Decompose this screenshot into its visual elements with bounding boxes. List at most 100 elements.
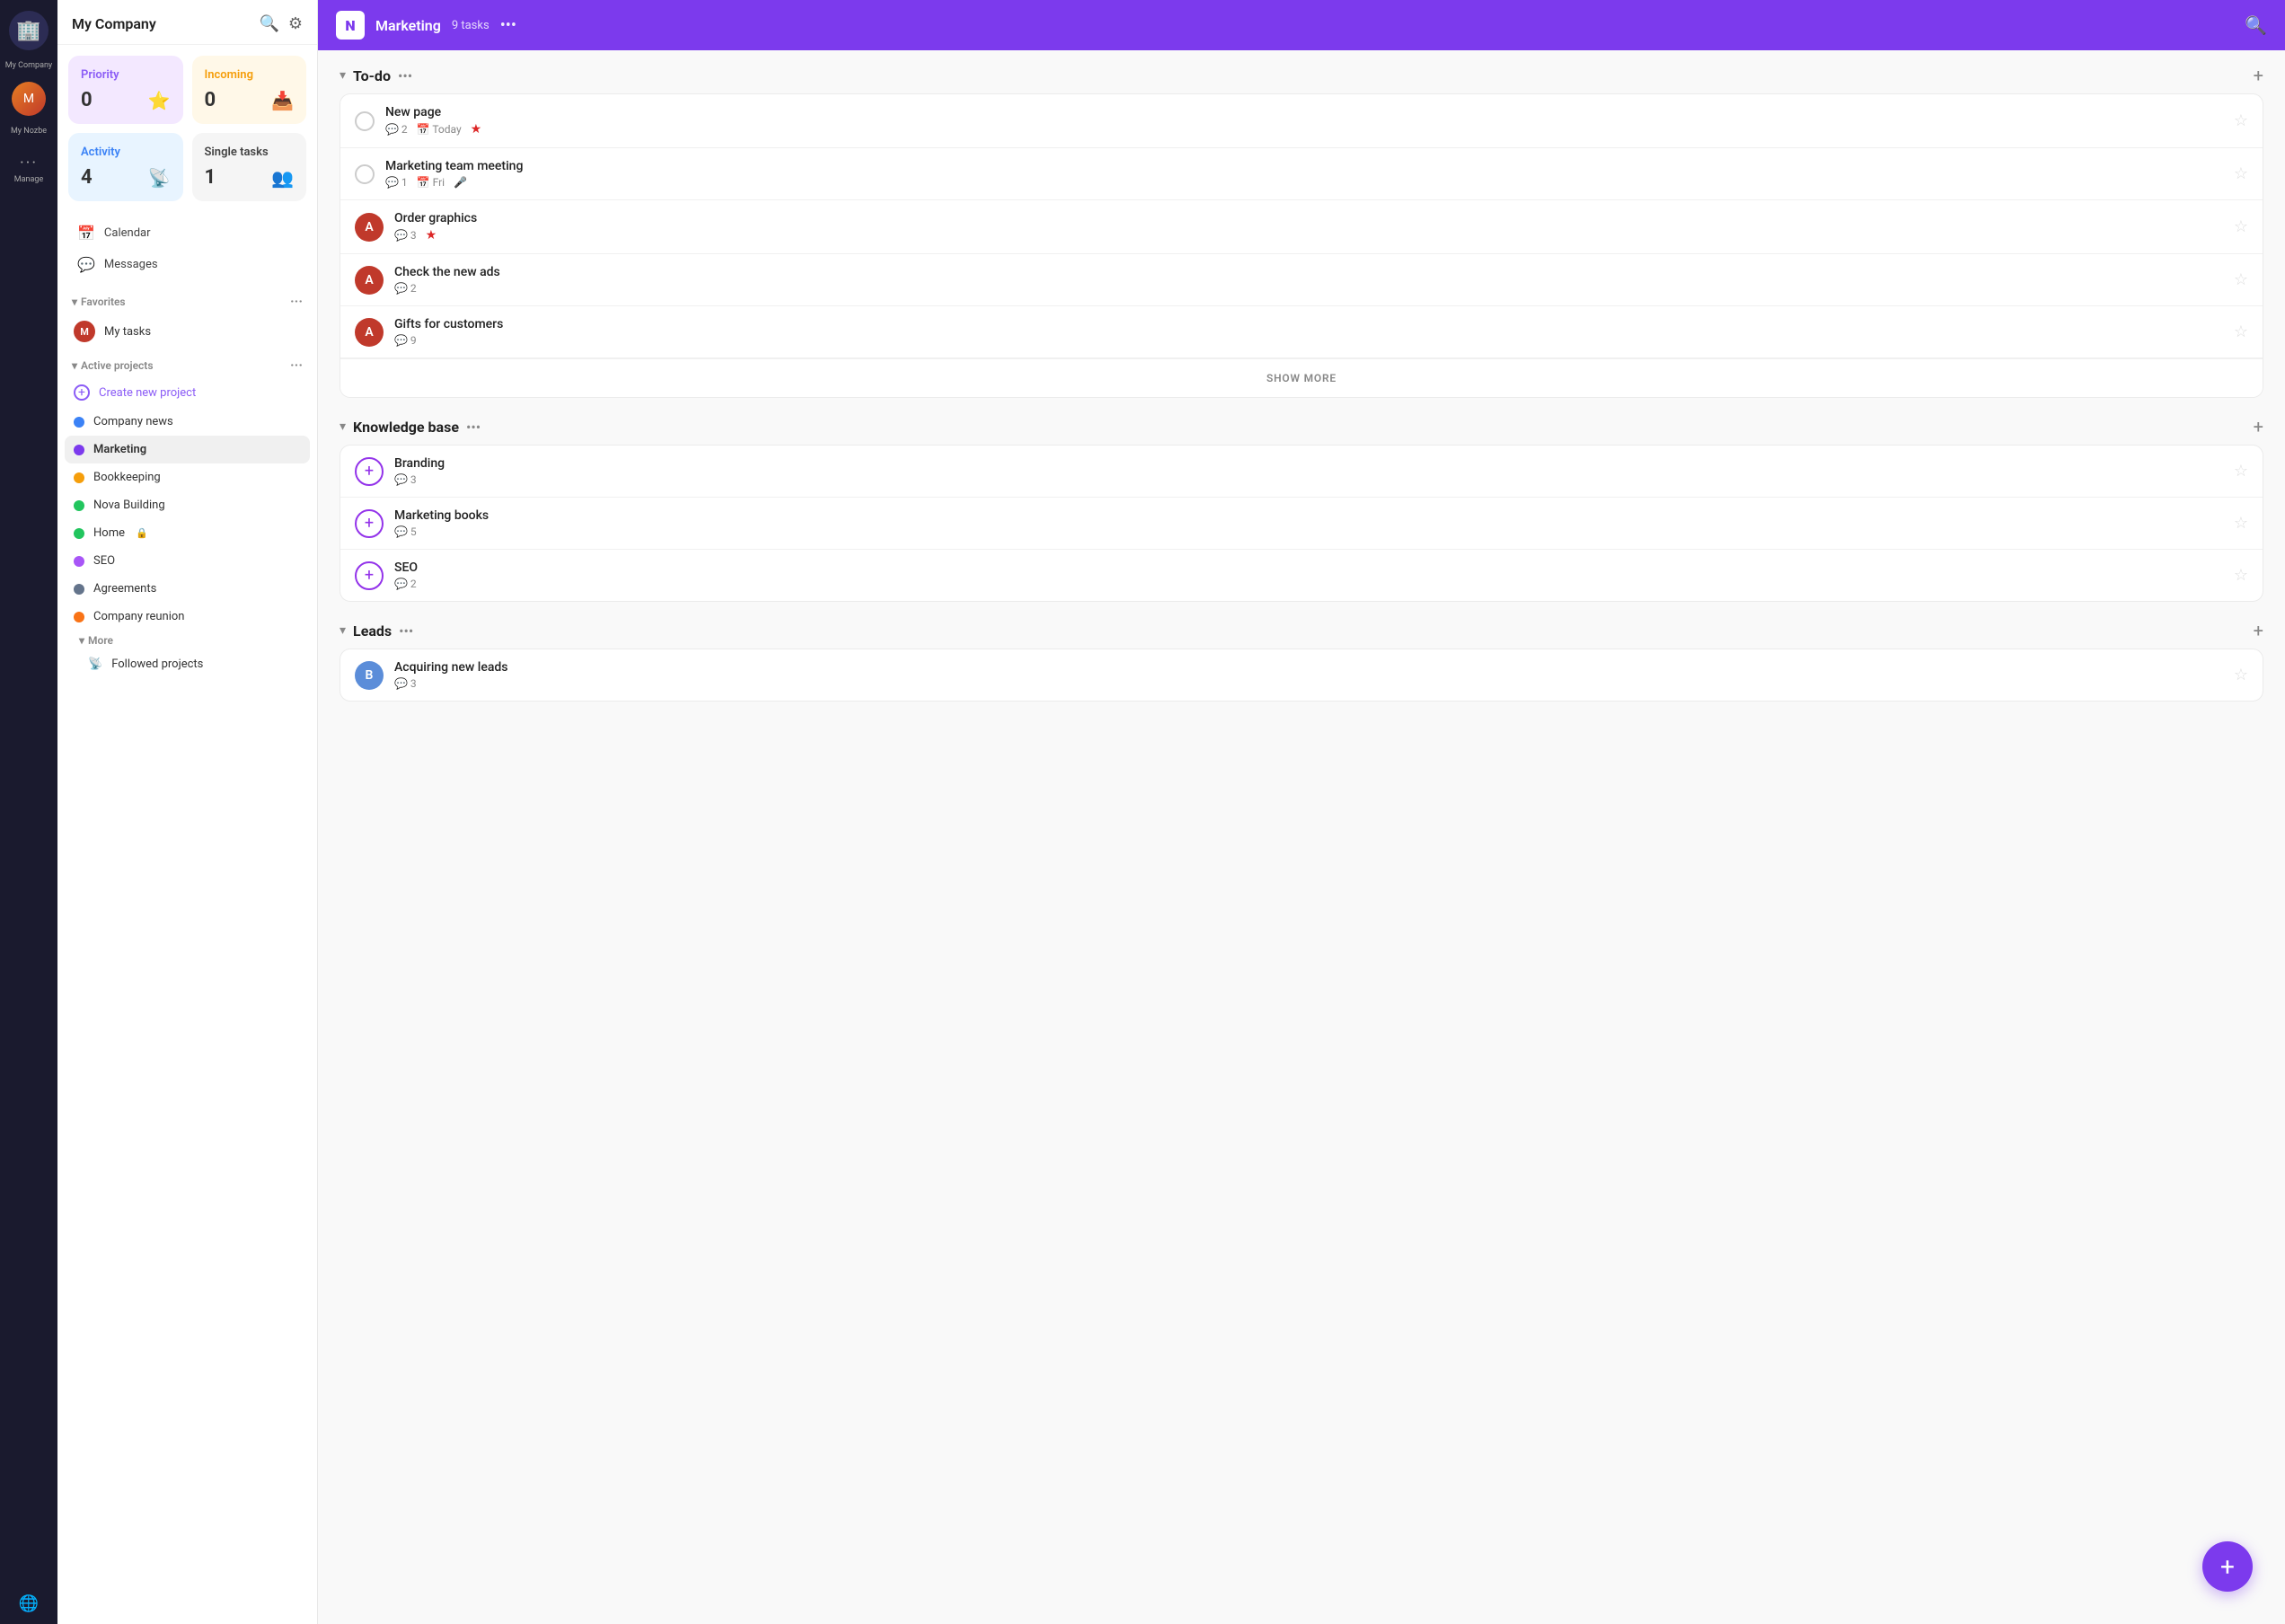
favorites-more-icon[interactable]: ··· — [290, 293, 303, 310]
table-row[interactable]: A Order graphics 💬 3 ★ ☆ — [340, 200, 2263, 254]
favorite-star-icon[interactable]: ☆ — [2234, 270, 2248, 289]
sidebar-item-messages[interactable]: 💬 Messages — [68, 249, 306, 280]
knowledge-base-more-icon[interactable]: ••• — [466, 419, 481, 436]
company-reunion-label: Company reunion — [93, 610, 184, 623]
content-area: ▾ To-do ••• + New page 💬 2 📅 Today ★ — [318, 50, 2285, 1624]
favorite-star-icon[interactable]: ☆ — [2234, 322, 2248, 341]
task-add-avatar[interactable]: + — [355, 509, 384, 538]
sidebar-item-home[interactable]: Home 🔒 — [65, 519, 310, 547]
globe-icon[interactable]: 🌐 — [19, 1594, 39, 1613]
activity-count: 4 — [81, 166, 93, 189]
calendar-label: Calendar — [104, 226, 151, 240]
knowledge-base-add-icon[interactable]: + — [2254, 416, 2263, 437]
knowledge-base-collapse-icon[interactable]: ▾ — [340, 419, 346, 434]
favorite-star-icon[interactable]: ☆ — [2234, 164, 2248, 183]
todo-task-list: New page 💬 2 📅 Today ★ ☆ Marketing team … — [340, 93, 2263, 398]
table-row[interactable]: + SEO 💬 2 ☆ — [340, 550, 2263, 601]
task-meta: 💬 3 — [394, 473, 2223, 486]
show-more-button[interactable]: SHOW MORE — [340, 358, 2263, 397]
task-title: Branding — [394, 456, 2223, 471]
table-row[interactable]: B Acquiring new leads 💬 3 ☆ — [340, 649, 2263, 701]
manage-button[interactable]: ··· Manage — [14, 154, 43, 184]
more-chevron-icon: ▾ — [79, 634, 84, 647]
active-projects-toggle[interactable]: ▾ Active projects — [72, 359, 154, 372]
favorite-star-icon[interactable]: ☆ — [2234, 217, 2248, 236]
sidebar-nav: 📅 Calendar 💬 Messages — [57, 212, 317, 286]
todo-more-icon[interactable]: ••• — [398, 67, 412, 84]
sidebar-header-icons: 🔍 ⚙ — [259, 14, 303, 33]
task-title: SEO — [394, 560, 2223, 575]
single-tasks-card[interactable]: Single tasks 1 👥 — [192, 133, 307, 201]
user-avatar[interactable]: M — [12, 82, 46, 116]
topbar-more-icon[interactable]: ••• — [500, 16, 516, 35]
favorites-toggle[interactable]: ▾ Favorites — [72, 296, 126, 308]
table-row[interactable]: Marketing team meeting 💬 1 📅 Fri 🎤 ☆ — [340, 148, 2263, 200]
bookkeeping-label: Bookkeeping — [93, 471, 161, 484]
todo-add-icon[interactable]: + — [2254, 65, 2263, 86]
app-logo[interactable]: 🏢 — [9, 11, 49, 50]
favorite-star-icon[interactable]: ☆ — [2234, 566, 2248, 585]
table-row[interactable]: A Check the new ads 💬 2 ☆ — [340, 254, 2263, 306]
leads-collapse-icon[interactable]: ▾ — [340, 623, 346, 638]
bookkeeping-dot — [74, 472, 84, 483]
table-row[interactable]: A Gifts for customers 💬 9 ☆ — [340, 306, 2263, 358]
manage-label: Manage — [14, 175, 43, 184]
sidebar-item-my-tasks[interactable]: M My tasks — [65, 313, 310, 349]
messages-icon: 💬 — [77, 256, 95, 273]
comment-count: 💬 5 — [394, 525, 417, 538]
seo-dot — [74, 556, 84, 567]
followed-projects-label: Followed projects — [111, 658, 203, 671]
knowledge-base-title: Knowledge base — [353, 419, 459, 436]
create-project-label: Create new project — [99, 386, 196, 400]
calendar-icon: 📅 — [77, 225, 95, 242]
table-row[interactable]: New page 💬 2 📅 Today ★ ☆ — [340, 94, 2263, 148]
sidebar-header: My Company 🔍 ⚙ — [57, 0, 317, 45]
sidebar-item-company-news[interactable]: Company news — [65, 408, 310, 436]
task-checkbox[interactable] — [355, 111, 375, 131]
sidebar-item-marketing[interactable]: Marketing — [65, 436, 310, 463]
favorite-star-icon[interactable]: ☆ — [2234, 111, 2248, 130]
sidebar-item-nova-building[interactable]: Nova Building — [65, 491, 310, 519]
nova-building-dot — [74, 500, 84, 511]
task-add-avatar[interactable]: + — [355, 561, 384, 590]
table-row[interactable]: + Branding 💬 3 ☆ — [340, 446, 2263, 498]
task-checkbox[interactable] — [355, 164, 375, 184]
leads-add-icon[interactable]: + — [2254, 620, 2263, 641]
favorite-star-icon[interactable]: ☆ — [2234, 462, 2248, 481]
favorite-star-icon[interactable]: ☆ — [2234, 514, 2248, 533]
task-add-avatar[interactable]: + — [355, 457, 384, 486]
sidebar-item-seo[interactable]: SEO — [65, 547, 310, 575]
todo-collapse-icon[interactable]: ▾ — [340, 68, 346, 83]
favorite-star-icon[interactable]: ☆ — [2234, 666, 2248, 684]
active-projects-more-icon[interactable]: ··· — [290, 357, 303, 374]
sidebar-item-agreements[interactable]: Agreements — [65, 575, 310, 603]
incoming-inbox-icon: 📥 — [271, 90, 294, 111]
task-content: Order graphics 💬 3 ★ — [394, 211, 2223, 243]
fab-add-button[interactable]: + — [2202, 1541, 2253, 1592]
sidebar-item-company-reunion[interactable]: Company reunion — [65, 603, 310, 631]
task-meta: 💬 5 — [394, 525, 2223, 538]
more-title: More — [88, 634, 113, 647]
sidebar-item-bookkeeping[interactable]: Bookkeeping — [65, 463, 310, 491]
todo-section-header: ▾ To-do ••• + — [340, 65, 2263, 86]
activity-card[interactable]: Activity 4 📡 — [68, 133, 183, 201]
task-avatar: A — [355, 213, 384, 242]
task-date: 📅 Fri — [417, 176, 445, 189]
single-tasks-count: 1 — [205, 166, 216, 189]
table-row[interactable]: + Marketing books 💬 5 ☆ — [340, 498, 2263, 550]
task-content: New page 💬 2 📅 Today ★ — [385, 105, 2223, 137]
sidebar-item-followed-projects[interactable]: 📡 Followed projects — [79, 650, 296, 678]
leads-more-icon[interactable]: ••• — [399, 622, 413, 640]
sidebar-item-calendar[interactable]: 📅 Calendar — [68, 217, 306, 249]
topbar-search-icon[interactable]: 🔍 — [2245, 14, 2267, 36]
more-section-header[interactable]: ▾ More — [79, 634, 296, 647]
followed-projects-icon: 📡 — [88, 658, 102, 671]
priority-card[interactable]: Priority 0 ⭐ — [68, 56, 183, 124]
topbar: N Marketing 9 tasks ••• 🔍 — [318, 0, 2285, 50]
incoming-card[interactable]: Incoming 0 📥 — [192, 56, 307, 124]
comment-count: 💬 3 — [394, 229, 417, 242]
settings-icon[interactable]: ⚙ — [288, 14, 303, 33]
create-new-project-button[interactable]: + Create new project — [65, 377, 310, 408]
messages-label: Messages — [104, 258, 158, 271]
search-icon[interactable]: 🔍 — [259, 14, 278, 33]
